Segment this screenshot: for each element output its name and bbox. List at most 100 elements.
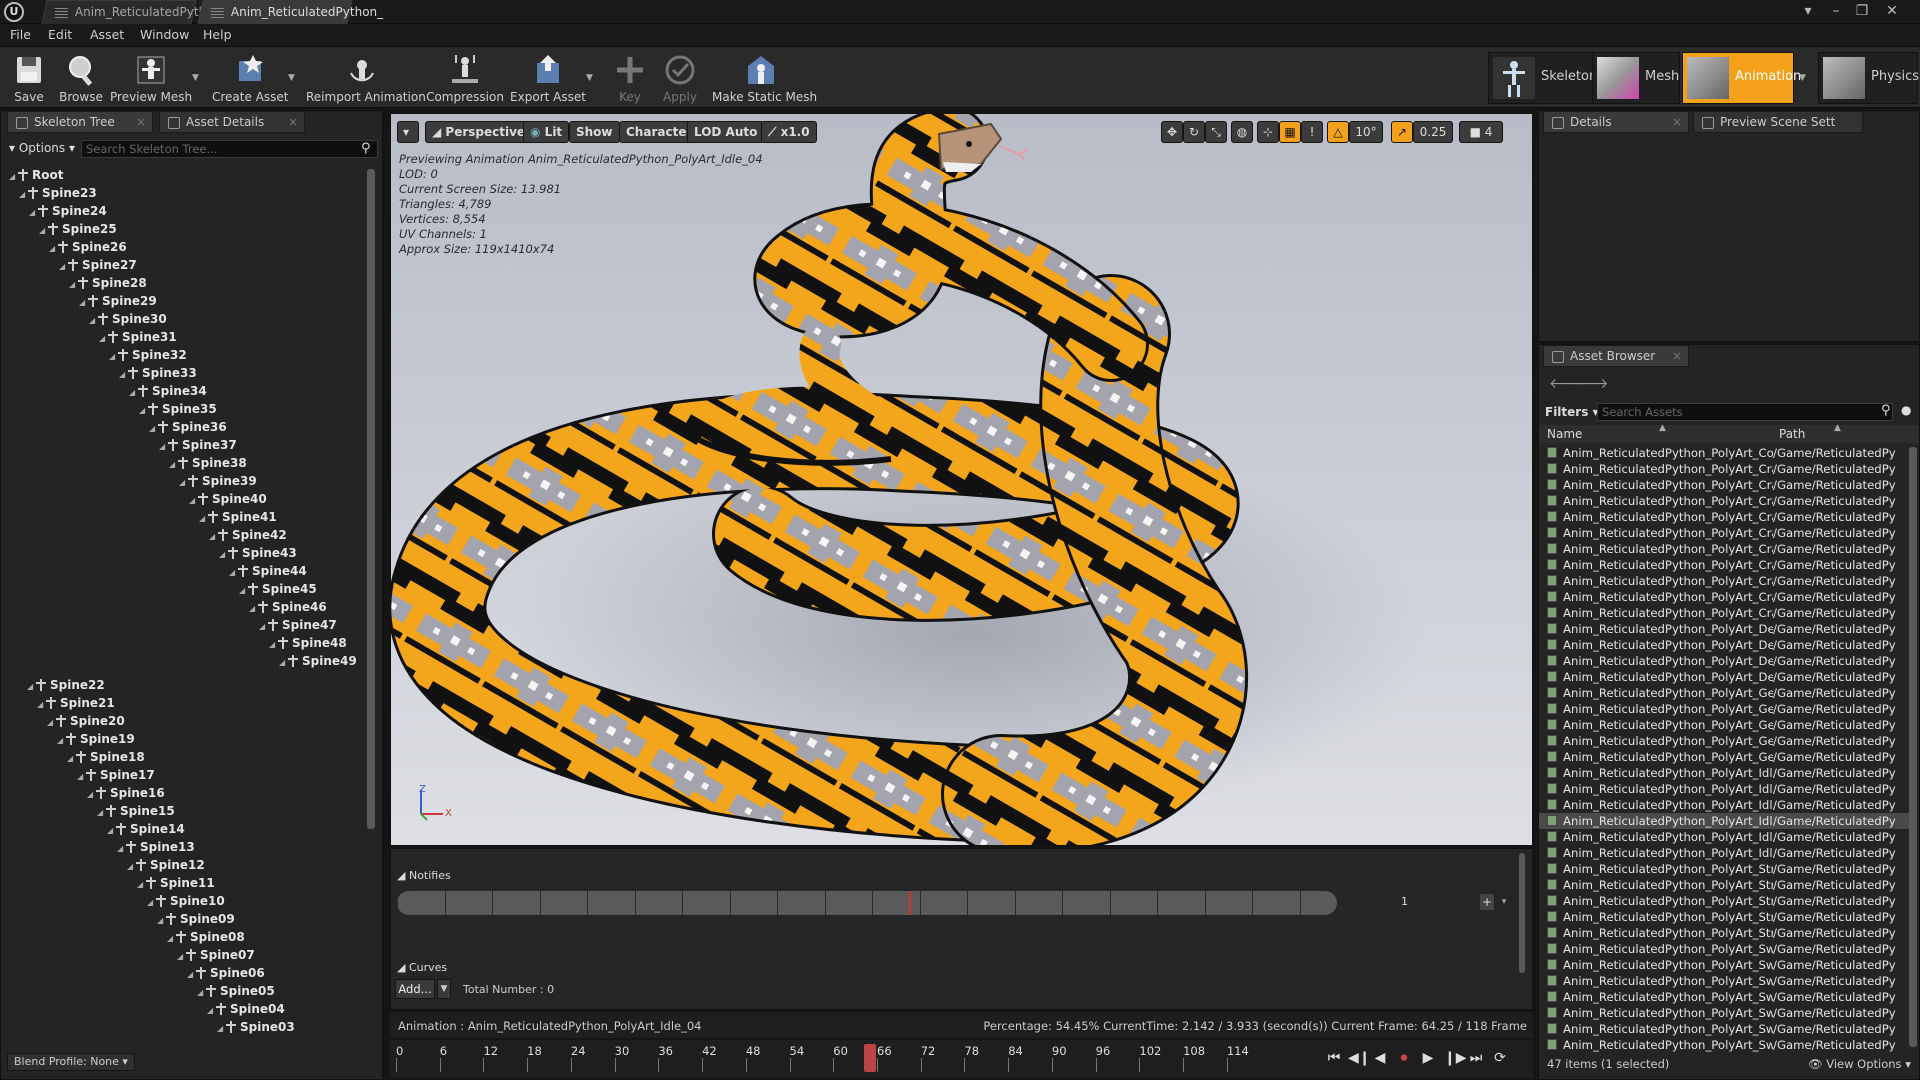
bone-row[interactable]: ◢ Spine33 xyxy=(119,364,197,382)
bone-row[interactable]: ◢ Spine30 xyxy=(89,310,167,328)
surface-snap-icon[interactable]: ⊹ xyxy=(1257,121,1279,143)
skip-to-end-icon[interactable]: ⏭ xyxy=(1468,1050,1484,1066)
bone-row[interactable]: ◢ Spine08 xyxy=(167,928,245,946)
rotation-snap-value[interactable]: 10° xyxy=(1349,121,1383,143)
bone-row[interactable]: ◢ Spine45 xyxy=(239,580,317,598)
skeleton-search-input[interactable]: Search Skeleton Tree... xyxy=(81,140,378,158)
expand-arrow-icon[interactable]: ◢ xyxy=(27,678,35,696)
world-space-icon[interactable]: ◍ xyxy=(1231,121,1253,143)
expand-arrow-icon[interactable]: ◢ xyxy=(97,804,105,822)
bone-row[interactable]: ◢ Spine24 xyxy=(29,202,107,220)
asset-row[interactable]: Anim_ReticulatedPython_PolyArt_Deat/Game… xyxy=(1539,653,1909,669)
expand-arrow-icon[interactable]: ◢ xyxy=(217,1020,225,1036)
bone-row[interactable]: ◢ Spine28 xyxy=(69,274,147,292)
bone-row[interactable]: ◢ Spine03 xyxy=(217,1018,295,1036)
asset-row[interactable]: Anim_ReticulatedPython_PolyArt_Crav/Game… xyxy=(1539,557,1909,573)
asset-row[interactable]: Anim_ReticulatedPython_PolyArt_Swir/Game… xyxy=(1539,1037,1909,1053)
expand-arrow-icon[interactable]: ◢ xyxy=(57,732,65,750)
bone-row[interactable]: ◢ Spine22 xyxy=(27,676,105,694)
bone-row[interactable]: ◢ Spine42 xyxy=(209,526,287,544)
bone-row[interactable]: ◢ Root xyxy=(9,166,63,184)
bone-row[interactable]: ◢ Spine37 xyxy=(159,436,237,454)
expand-arrow-icon[interactable]: ◢ xyxy=(147,894,155,912)
menu-window[interactable]: Window xyxy=(140,24,189,46)
bone-row[interactable]: ◢ Spine17 xyxy=(77,766,155,784)
bone-row[interactable]: ◢ Spine29 xyxy=(79,292,157,310)
tab-asset-browser[interactable]: Asset Browser × xyxy=(1543,345,1689,367)
bone-row[interactable]: ◢ Spine31 xyxy=(99,328,177,346)
bone-row[interactable]: ◢ Spine19 xyxy=(57,730,135,748)
forward-arrow-icon[interactable]: 🡒 xyxy=(1571,375,1609,392)
asset-row[interactable]: Anim_ReticulatedPython_PolyArt_Idle_/Gam… xyxy=(1539,813,1909,829)
track-dropdown-icon[interactable]: ▾ xyxy=(1497,893,1511,911)
expand-arrow-icon[interactable]: ◢ xyxy=(9,168,17,186)
export-asset-dropdown-icon[interactable]: ▼ xyxy=(586,73,593,83)
asset-row[interactable]: Anim_ReticulatedPython_PolyArt_Strik/Gam… xyxy=(1539,893,1909,909)
step-forward-icon[interactable]: ❙▶ xyxy=(1444,1050,1467,1066)
view-options-button[interactable]: 👁 View Options ▾ xyxy=(1808,1057,1911,1071)
expand-arrow-icon[interactable]: ◢ xyxy=(109,348,117,366)
asset-row[interactable]: Anim_ReticulatedPython_PolyArt_Idle_/Gam… xyxy=(1539,797,1909,813)
mode-mesh-button[interactable]: Mesh xyxy=(1592,52,1680,104)
bone-row[interactable]: ◢ Spine36 xyxy=(149,418,227,436)
expand-arrow-icon[interactable]: ◢ xyxy=(157,912,165,930)
close-tab-icon[interactable]: × xyxy=(1672,112,1682,133)
asset-row[interactable]: Anim_ReticulatedPython_PolyArt_Get_/Game… xyxy=(1539,733,1909,749)
curves-header[interactable]: ◢ Curves xyxy=(397,961,447,974)
asset-row[interactable]: Anim_ReticulatedPython_PolyArt_Idle_/Gam… xyxy=(1539,845,1909,861)
document-tab-1[interactable]: Anim_ReticulatedPython_ xyxy=(41,0,227,24)
bone-row[interactable]: ◢ Spine27 xyxy=(59,256,137,274)
expand-arrow-icon[interactable]: ◢ xyxy=(99,330,107,348)
expand-arrow-icon[interactable]: ◢ xyxy=(169,456,177,474)
asset-row[interactable]: Anim_ReticulatedPython_PolyArt_Crav/Game… xyxy=(1539,605,1909,621)
bone-row[interactable]: ◢ Spine41 xyxy=(199,508,277,526)
bone-row[interactable]: ◢ Spine16 xyxy=(87,784,165,802)
expand-arrow-icon[interactable]: ◢ xyxy=(239,582,247,600)
animation-mode-dropdown-icon[interactable]: ▼ xyxy=(1799,73,1806,83)
column-name-header[interactable]: Name xyxy=(1547,427,1582,441)
asset-row[interactable]: Anim_ReticulatedPython_PolyArt_Strik/Gam… xyxy=(1539,861,1909,877)
make-static-mesh-button[interactable]: Make Static Mesh xyxy=(712,50,817,106)
tab-preview-scene-settings[interactable]: Preview Scene Sett xyxy=(1693,111,1863,133)
expand-arrow-icon[interactable]: ◢ xyxy=(199,510,207,528)
bone-row[interactable]: ◢ Spine20 xyxy=(47,712,125,730)
bone-row[interactable]: ◢ Spine48 xyxy=(269,634,347,652)
loop-icon[interactable]: ⟳ xyxy=(1492,1050,1508,1066)
expand-arrow-icon[interactable]: ◢ xyxy=(167,930,175,948)
close-tab-icon[interactable]: × xyxy=(288,112,298,133)
save-button[interactable]: Save xyxy=(8,50,50,106)
bone-row[interactable]: ◢ Spine04 xyxy=(207,1000,285,1018)
step-back-icon[interactable]: ◀❙ xyxy=(1348,1050,1371,1066)
mode-skeleton-button[interactable]: Skeleton xyxy=(1488,52,1604,104)
bone-row[interactable]: ◢ Spine21 xyxy=(37,694,115,712)
record-icon[interactable]: ⏺ xyxy=(1396,1050,1412,1066)
expand-arrow-icon[interactable]: ◢ xyxy=(219,546,227,564)
grid-size-icon[interactable]: ! xyxy=(1301,121,1323,143)
expand-arrow-icon[interactable]: ◢ xyxy=(67,750,75,768)
expand-arrow-icon[interactable]: ◢ xyxy=(207,1002,215,1020)
notifies-scrollbar[interactable] xyxy=(1519,853,1525,973)
menu-help[interactable]: Help xyxy=(203,24,232,46)
asset-row[interactable]: Anim_ReticulatedPython_PolyArt_Swir/Game… xyxy=(1539,941,1909,957)
camera-speed-button[interactable]: ■ 4 xyxy=(1459,121,1503,143)
asset-row[interactable]: Anim_ReticulatedPython_PolyArt_Swir/Game… xyxy=(1539,957,1909,973)
options-dropdown[interactable]: ▾ Options ▾ xyxy=(9,141,75,155)
scrub-timeline[interactable]: 0 6 12 18 24 30 36 42 48 54 60 66 72 78 84 90 96 102 108 11… xyxy=(390,1040,1533,1078)
asset-row[interactable]: Anim_ReticulatedPython_PolyArt_Crav/Game… xyxy=(1539,525,1909,541)
bone-row[interactable]: ◢ Spine49 xyxy=(279,652,357,670)
scale-snap-value[interactable]: 0.25 xyxy=(1413,121,1453,143)
preview-mesh-dropdown-icon[interactable]: ▼ xyxy=(192,73,199,83)
translate-icon[interactable]: ✥ xyxy=(1161,121,1183,143)
bone-row[interactable]: ◢ Spine14 xyxy=(107,820,185,838)
expand-arrow-icon[interactable]: ◢ xyxy=(149,420,157,438)
bone-row[interactable]: ◢ Spine38 xyxy=(169,454,247,472)
bone-row[interactable]: ◢ Spine13 xyxy=(117,838,195,856)
asset-row[interactable]: Anim_ReticulatedPython_PolyArt_Swir/Game… xyxy=(1539,1021,1909,1037)
asset-row[interactable]: Anim_ReticulatedPython_PolyArt_Swir/Game… xyxy=(1539,1005,1909,1021)
playback-speed-button[interactable]: ⟋ x1.0 xyxy=(761,121,817,143)
asset-row[interactable]: Anim_ReticulatedPython_PolyArt_Idle_/Gam… xyxy=(1539,829,1909,845)
asset-row[interactable]: Anim_ReticulatedPython_PolyArt_Con/Game/… xyxy=(1539,445,1909,461)
scrub-handle[interactable] xyxy=(864,1044,877,1072)
scale-snap-icon[interactable]: ↗ xyxy=(1391,121,1413,143)
expand-arrow-icon[interactable]: ◢ xyxy=(59,258,67,276)
